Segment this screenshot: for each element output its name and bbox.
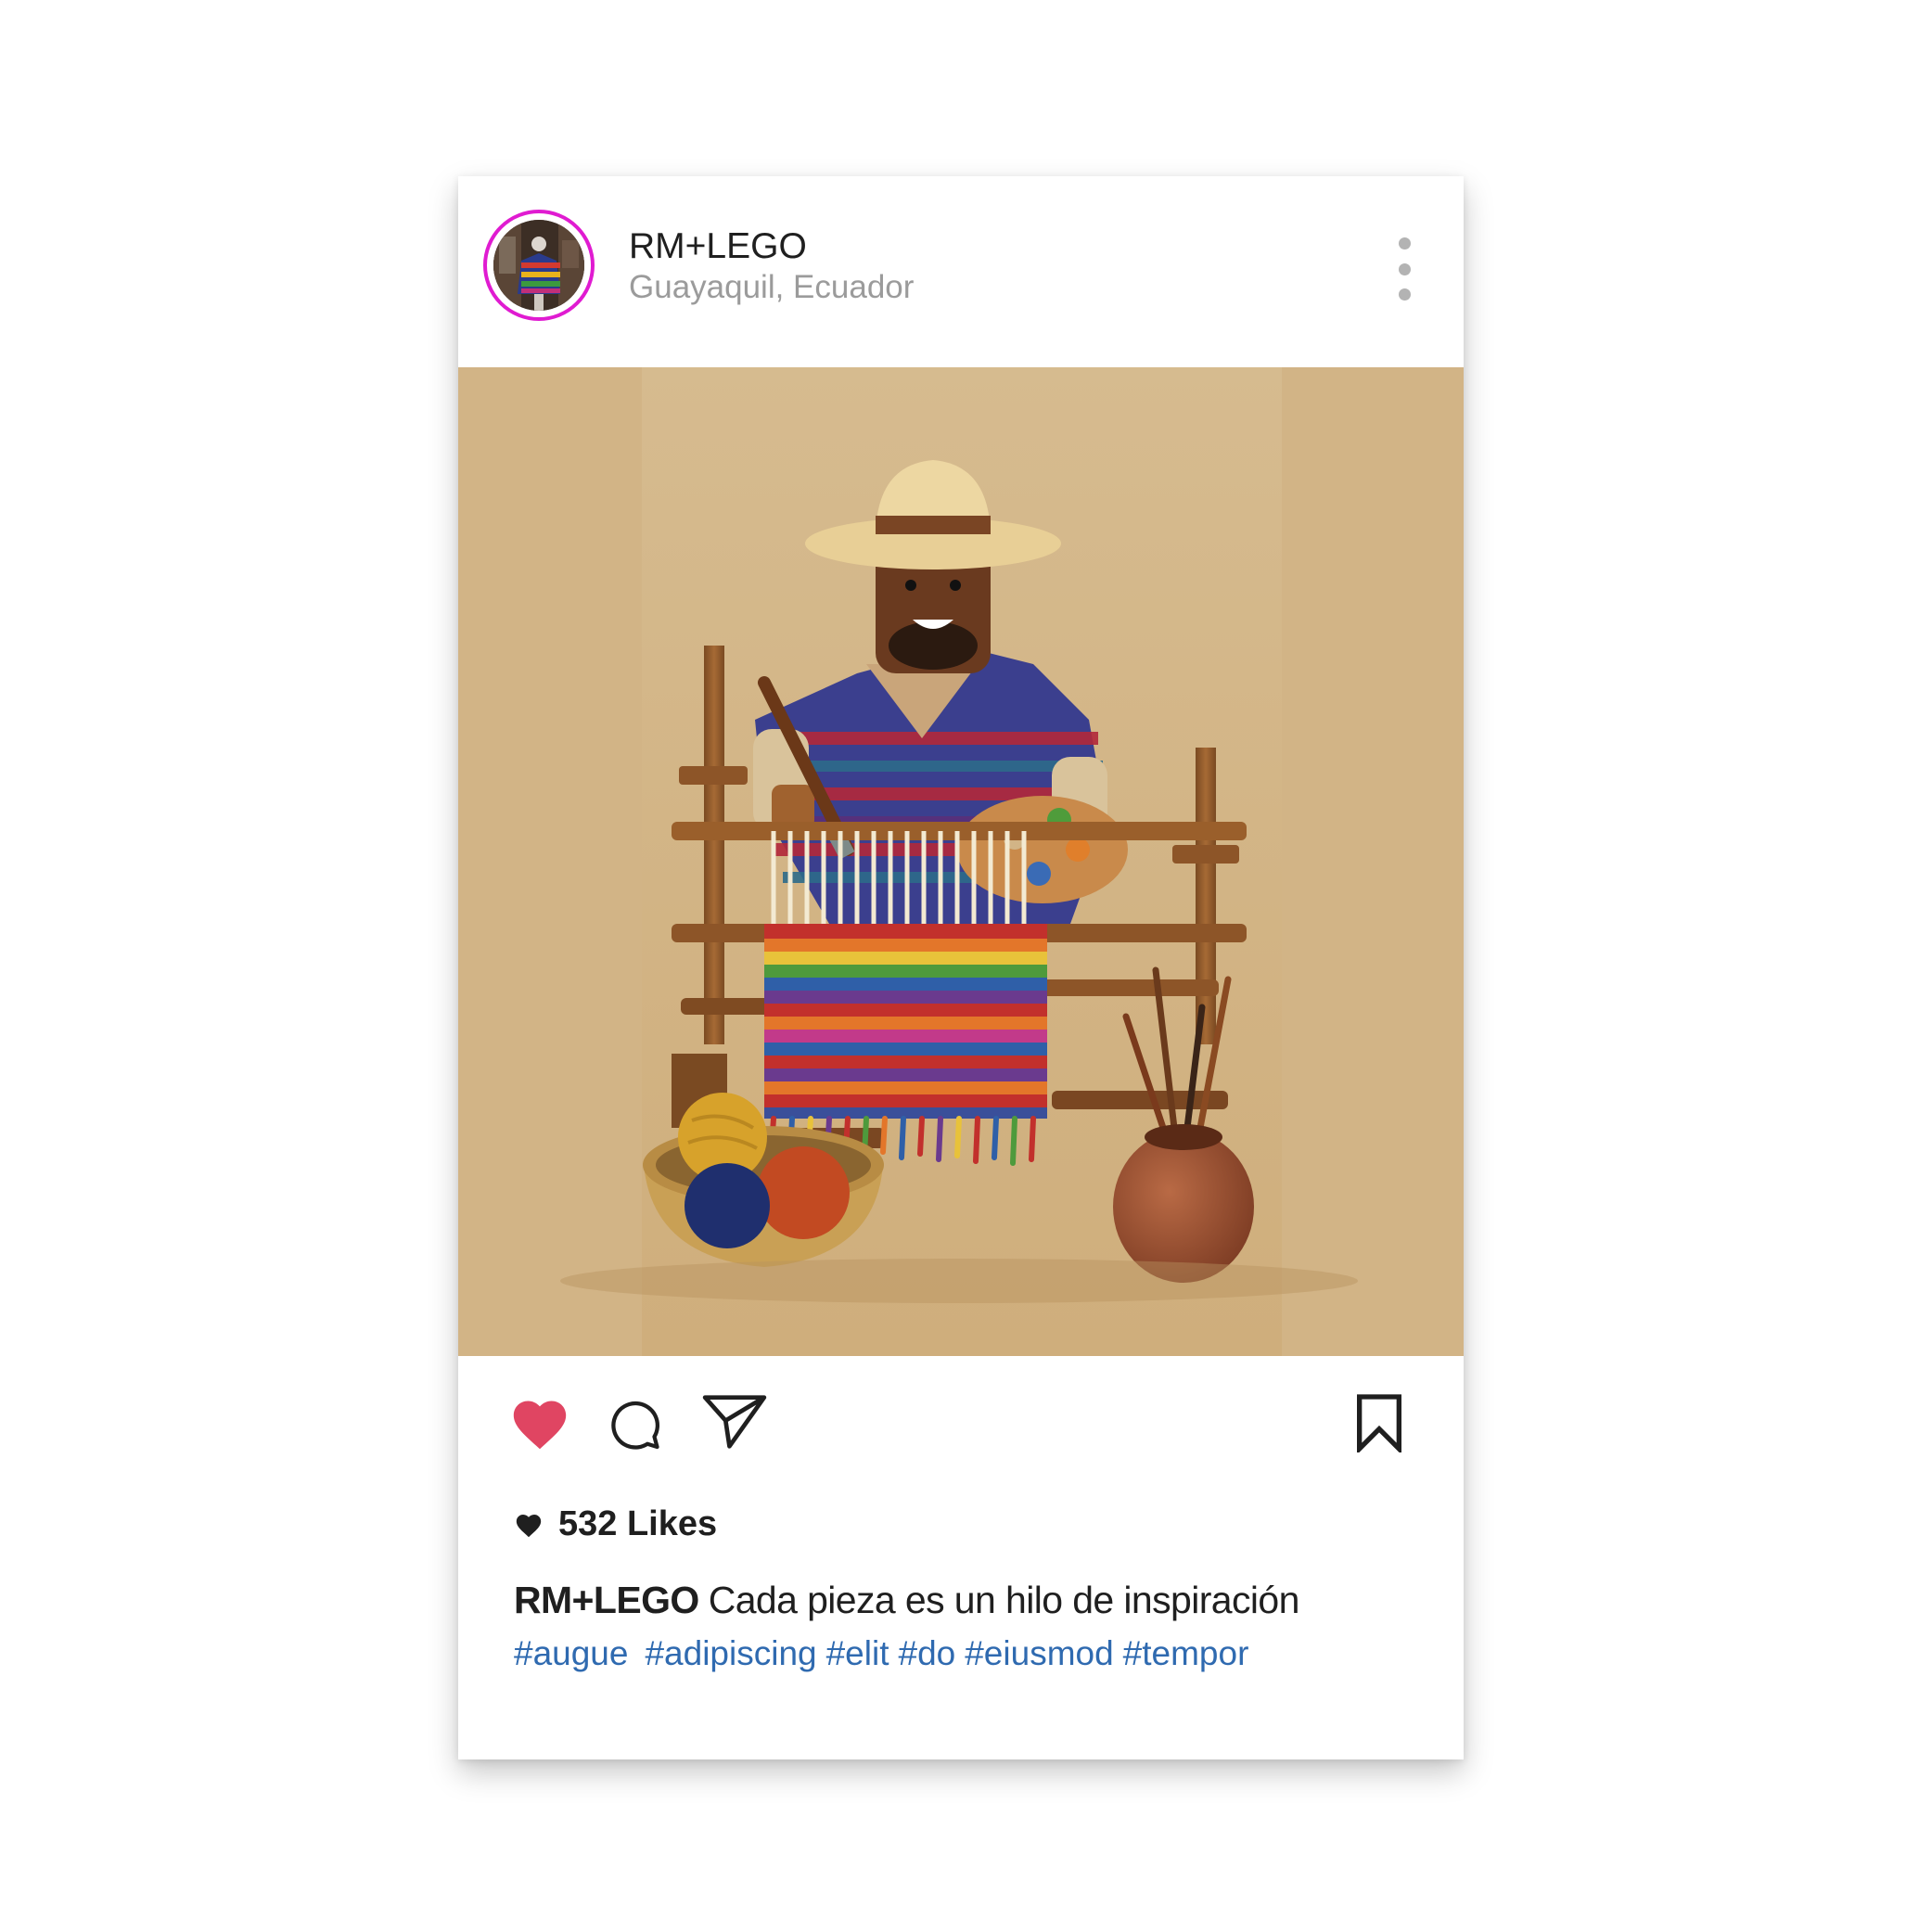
post-actions xyxy=(458,1356,1464,1467)
caption-username[interactable]: RM+LEGO xyxy=(514,1579,699,1621)
comment-bubble-icon xyxy=(611,1401,659,1450)
comment-button[interactable] xyxy=(607,1397,662,1457)
post-caption: RM+LEGO Cada pieza es un hilo de inspirac… xyxy=(514,1579,1299,1622)
post-username[interactable]: RM+LEGO xyxy=(629,226,807,267)
heart-icon xyxy=(513,1401,567,1450)
post-header: RM+LEGO Guayaquil, Ecuador xyxy=(458,176,1464,367)
share-button[interactable] xyxy=(701,1393,768,1455)
more-vertical-icon-dot xyxy=(1398,288,1411,301)
post-image[interactable] xyxy=(458,367,1464,1356)
avatar[interactable] xyxy=(493,220,584,311)
hashtag-link[interactable]: #tempor xyxy=(1123,1634,1249,1672)
caption-text: Cada pieza es un hilo de inspiración xyxy=(708,1579,1300,1621)
more-vertical-icon xyxy=(1398,237,1411,249)
avatar-ring[interactable] xyxy=(483,210,595,321)
hashtag-link[interactable]: #adipiscing xyxy=(645,1634,816,1672)
paper-plane-icon xyxy=(702,1395,767,1449)
hashtag-link[interactable]: #eiusmod xyxy=(965,1634,1113,1672)
hashtag-link[interactable]: #elit xyxy=(826,1634,889,1672)
likes-row[interactable]: 532 Likes xyxy=(514,1504,717,1544)
like-button[interactable] xyxy=(508,1393,571,1455)
post-card: RM+LEGO Guayaquil, Ecuador 532 Likes RM+… xyxy=(458,176,1464,1759)
hashtags: #augue #adipiscing #elit #do #eiusmod #tempor xyxy=(514,1634,1258,1673)
likes-count[interactable]: 532 Likes xyxy=(558,1504,717,1544)
hashtag-link[interactable]: #augue xyxy=(514,1634,628,1672)
post-location[interactable]: Guayaquil, Ecuador xyxy=(629,269,914,306)
bookmark-icon xyxy=(1357,1394,1401,1455)
more-options-button[interactable] xyxy=(1386,232,1423,306)
heart-icon xyxy=(516,1514,542,1538)
hashtag-link[interactable]: #do xyxy=(899,1634,956,1672)
save-button[interactable] xyxy=(1354,1393,1404,1457)
more-vertical-icon-dot xyxy=(1398,262,1411,275)
